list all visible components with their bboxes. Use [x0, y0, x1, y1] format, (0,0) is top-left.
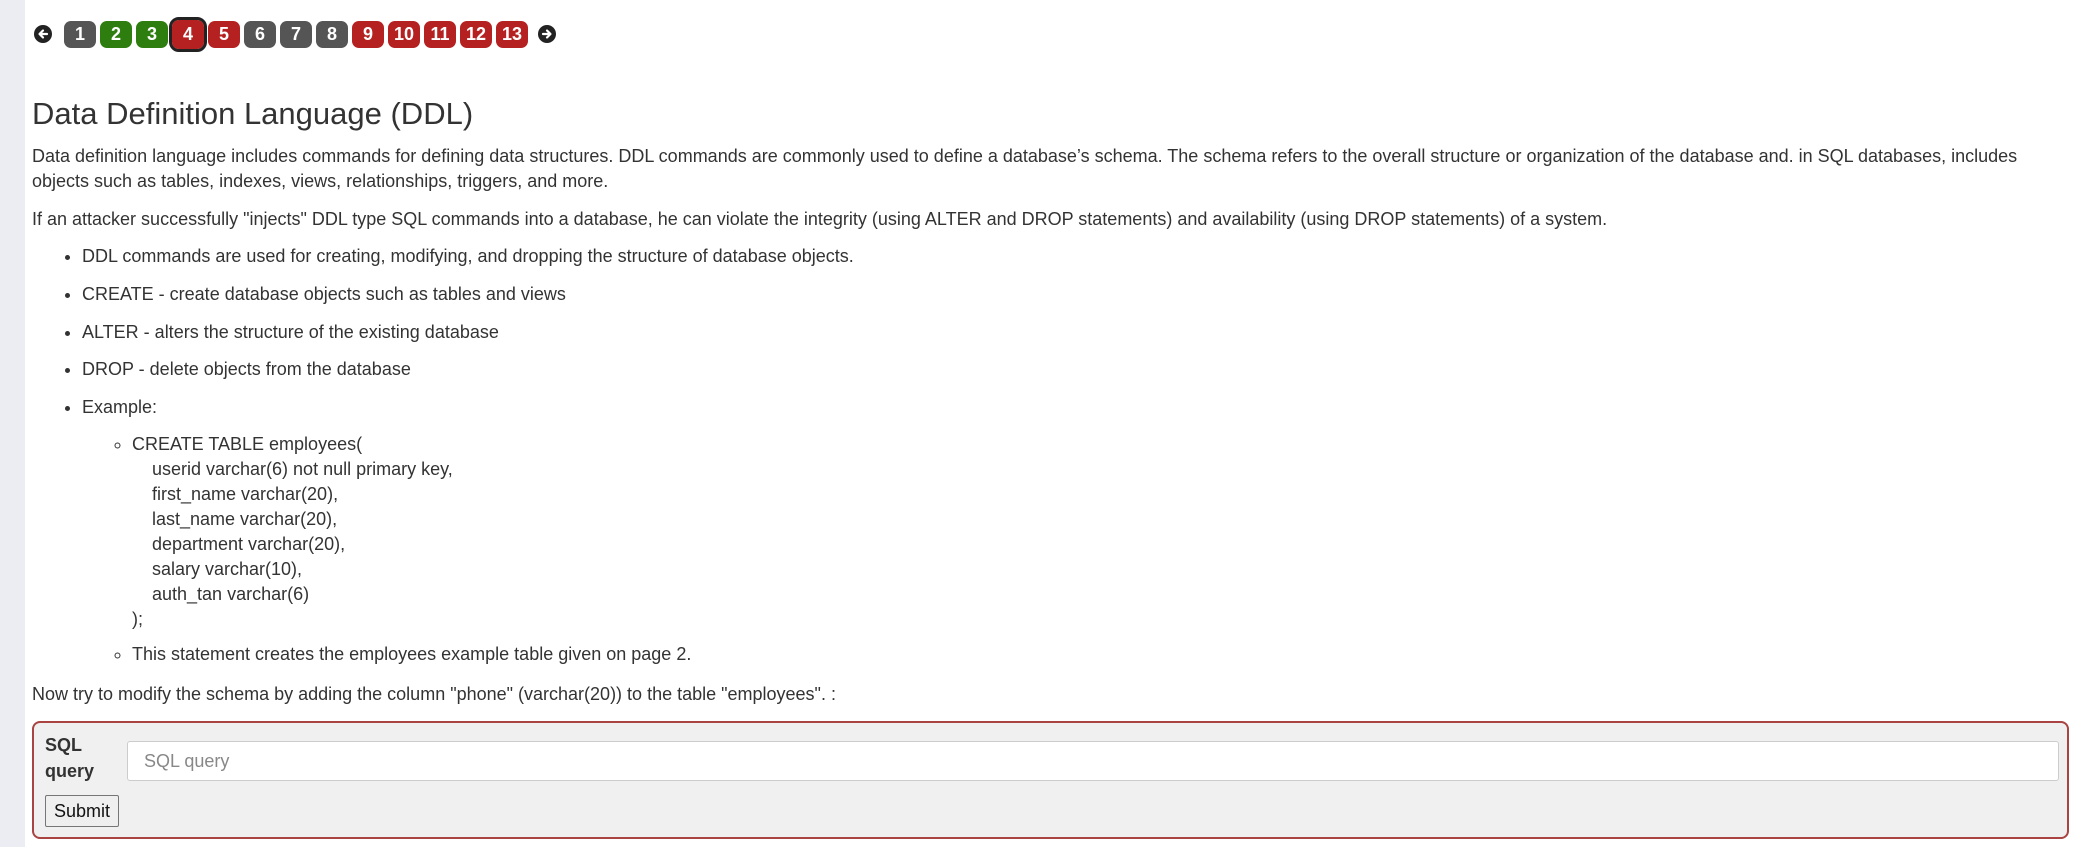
intro-paragraph: Data definition language includes comman…	[32, 146, 2018, 191]
sql-query-input[interactable]	[127, 741, 2059, 781]
list-item: DDL commands are used for creating, modi…	[82, 244, 854, 269]
list-item: ALTER - alters the structure of the exis…	[82, 320, 854, 345]
list-item: DROP - delete objects from the database	[82, 357, 854, 382]
example-sub-list: CREATE TABLE employees( userid varchar(6…	[82, 432, 854, 667]
code-line: salary varchar(10),	[152, 559, 303, 580]
page-button-6[interactable]: 6	[244, 20, 276, 48]
code-line: last_name varchar(20),	[152, 509, 338, 530]
page-button-10[interactable]: 10	[388, 20, 420, 48]
code-line: userid varchar(6) not null primary key,	[152, 459, 453, 480]
left-sidebar-strip	[0, 0, 25, 847]
arrow-left-circle-icon[interactable]	[34, 25, 52, 43]
code-line: CREATE TABLE employees(	[132, 434, 363, 455]
page-button-7[interactable]: 7	[280, 20, 312, 48]
page-button-9[interactable]: 9	[352, 20, 384, 48]
example-note-item: This statement creates the employees exa…	[132, 642, 854, 667]
submit-button[interactable]: Submit	[45, 795, 120, 827]
page-button-4-current[interactable]: 4	[169, 16, 207, 52]
page-button-2[interactable]: 2	[100, 20, 132, 48]
lesson-title: Data Definition Language (DDL)	[32, 96, 474, 131]
example-label: Example:	[82, 397, 158, 418]
code-line: department varchar(20),	[152, 534, 346, 555]
attack-note-paragraph: If an attacker successfully "injects" DD…	[32, 209, 1608, 229]
code-line: first_name varchar(20),	[152, 484, 339, 505]
page-button-5[interactable]: 5	[208, 20, 240, 48]
lesson-pagination: 1 2 3 4 5 6 7 8 9 10 11 12 13	[34, 16, 556, 52]
list-item: CREATE - create database objects such as…	[82, 282, 854, 307]
example-code-item: CREATE TABLE employees( userid varchar(6…	[132, 432, 854, 632]
ddl-bullet-list: DDL commands are used for creating, modi…	[32, 244, 854, 680]
page-button-8[interactable]: 8	[316, 20, 348, 48]
task-instruction: Now try to modify the schema by adding t…	[32, 684, 836, 704]
page-button-12[interactable]: 12	[460, 20, 492, 48]
code-line: );	[132, 609, 143, 630]
sql-query-label: SQL query	[45, 735, 95, 781]
list-item: Example: CREATE TABLE employees( userid …	[82, 395, 854, 667]
page-button-1[interactable]: 1	[64, 20, 96, 48]
page-button-11[interactable]: 11	[424, 20, 456, 48]
sql-query-form: SQL query Submit	[32, 721, 2069, 839]
page-button-13[interactable]: 13	[496, 20, 528, 48]
code-line: auth_tan varchar(6)	[152, 584, 310, 605]
page-button-3[interactable]: 3	[136, 20, 168, 48]
arrow-right-circle-icon[interactable]	[538, 25, 556, 43]
